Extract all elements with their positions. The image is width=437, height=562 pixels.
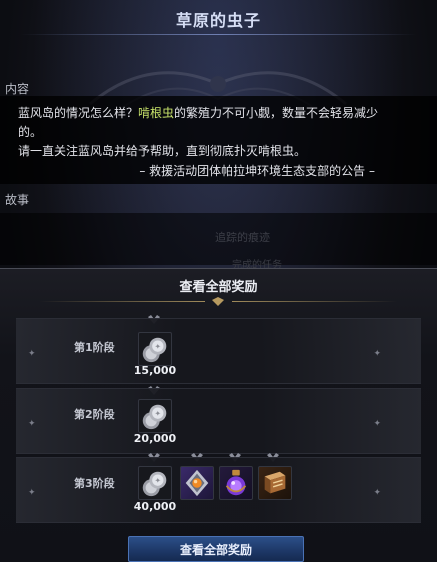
stage-1-amount: 15,000 <box>133 364 177 377</box>
svg-text:✦: ✦ <box>155 476 161 485</box>
svg-text:✦: ✦ <box>155 409 161 418</box>
row-edge-ornament-left: ✦ <box>28 349 36 359</box>
row-edge-ornament-left: ✦ <box>28 419 36 429</box>
stage-2-row: ✦ ✦ 第2阶段 <box>16 388 421 454</box>
silver-coin-stack-icon: ✦ <box>142 404 167 430</box>
stage-1-row: ✦ ✦ 第1阶段 <box>16 318 421 384</box>
description-line-3: 请一直关注蓝风岛并给予帮助，直到彻底扑灭啃根虫。 <box>18 144 307 158</box>
stage-3-book-slot[interactable] <box>258 466 292 500</box>
title-bar: 草原的虫子 <box>0 0 437 44</box>
header-divider-left <box>40 301 205 302</box>
description-suffix: 的繁殖力不可小觑，数量不会轻易减少 <box>174 106 379 120</box>
stage-3-gem-slot[interactable] <box>180 466 214 500</box>
row-edge-ornament-right: ✦ <box>373 349 381 359</box>
stage-3-label: 第3阶段 <box>74 477 115 490</box>
stage-2-reward-slot[interactable]: ✦ <box>138 399 172 433</box>
quest-description: 蓝风岛的情况怎么样？啃根虫的繁殖力不可小觑，数量不会轻易减少 的。 请一直关注蓝… <box>18 104 423 161</box>
quest-signature: – 救援活动团体帕拉坤环境生态支部的公告 – <box>139 164 375 178</box>
silver-coin-stack-icon: ✦ <box>142 337 167 363</box>
brown-skill-book-icon <box>264 471 286 494</box>
view-all-rewards-button-label: 查看全部奖励 <box>179 542 252 557</box>
description-prefix: 蓝风岛的情况怎么样？ <box>18 106 139 120</box>
silver-coin-stack-icon: ✦ <box>142 471 167 497</box>
stage-2-label: 第2阶段 <box>74 408 115 421</box>
svg-text:✦: ✦ <box>155 342 161 351</box>
stage-3-potion-slot[interactable] <box>219 466 253 500</box>
rewards-header: 查看全部奖励 <box>0 270 437 300</box>
orange-gem-crest-icon <box>185 469 209 497</box>
quest-title: 草原的虫子 <box>175 11 261 30</box>
view-all-rewards-button[interactable]: 查看全部奖励 <box>128 536 304 562</box>
highlighted-monster-name: 啃根虫 <box>138 106 175 120</box>
rewards-header-title: 查看全部奖励 <box>179 279 258 295</box>
story-faded-text-1: 追踪的痕迹 <box>215 231 270 244</box>
stage-3-coin-slot[interactable]: ✦ <box>138 466 172 500</box>
description-line-2: 的。 <box>18 125 43 139</box>
purple-potion-flask-icon <box>225 469 247 496</box>
description-line-1: 蓝风岛的情况怎么样？啃根虫的繁殖力不可小觑，数量不会轻易减少 <box>18 104 423 123</box>
row-edge-ornament-right: ✦ <box>373 419 381 429</box>
stage-1-label: 第1阶段 <box>74 341 115 354</box>
header-gem-icon <box>212 297 224 306</box>
row-edge-ornament-left: ✦ <box>28 488 36 498</box>
stage-3-amount: 40,000 <box>133 500 177 513</box>
header-divider-right <box>232 301 397 302</box>
quest-detail-window: 草原的虫子 内容 蓝风岛的情况怎么样？啃根虫的繁殖力不可小觑，数量不会轻易减少 … <box>0 0 437 562</box>
content-section-label: 内容 <box>5 82 30 96</box>
story-section-label: 故事 <box>5 193 30 207</box>
row-edge-ornament-right: ✦ <box>373 488 381 498</box>
stage-2-amount: 20,000 <box>133 432 177 445</box>
stage-1-reward-slot[interactable]: ✦ <box>138 332 172 366</box>
